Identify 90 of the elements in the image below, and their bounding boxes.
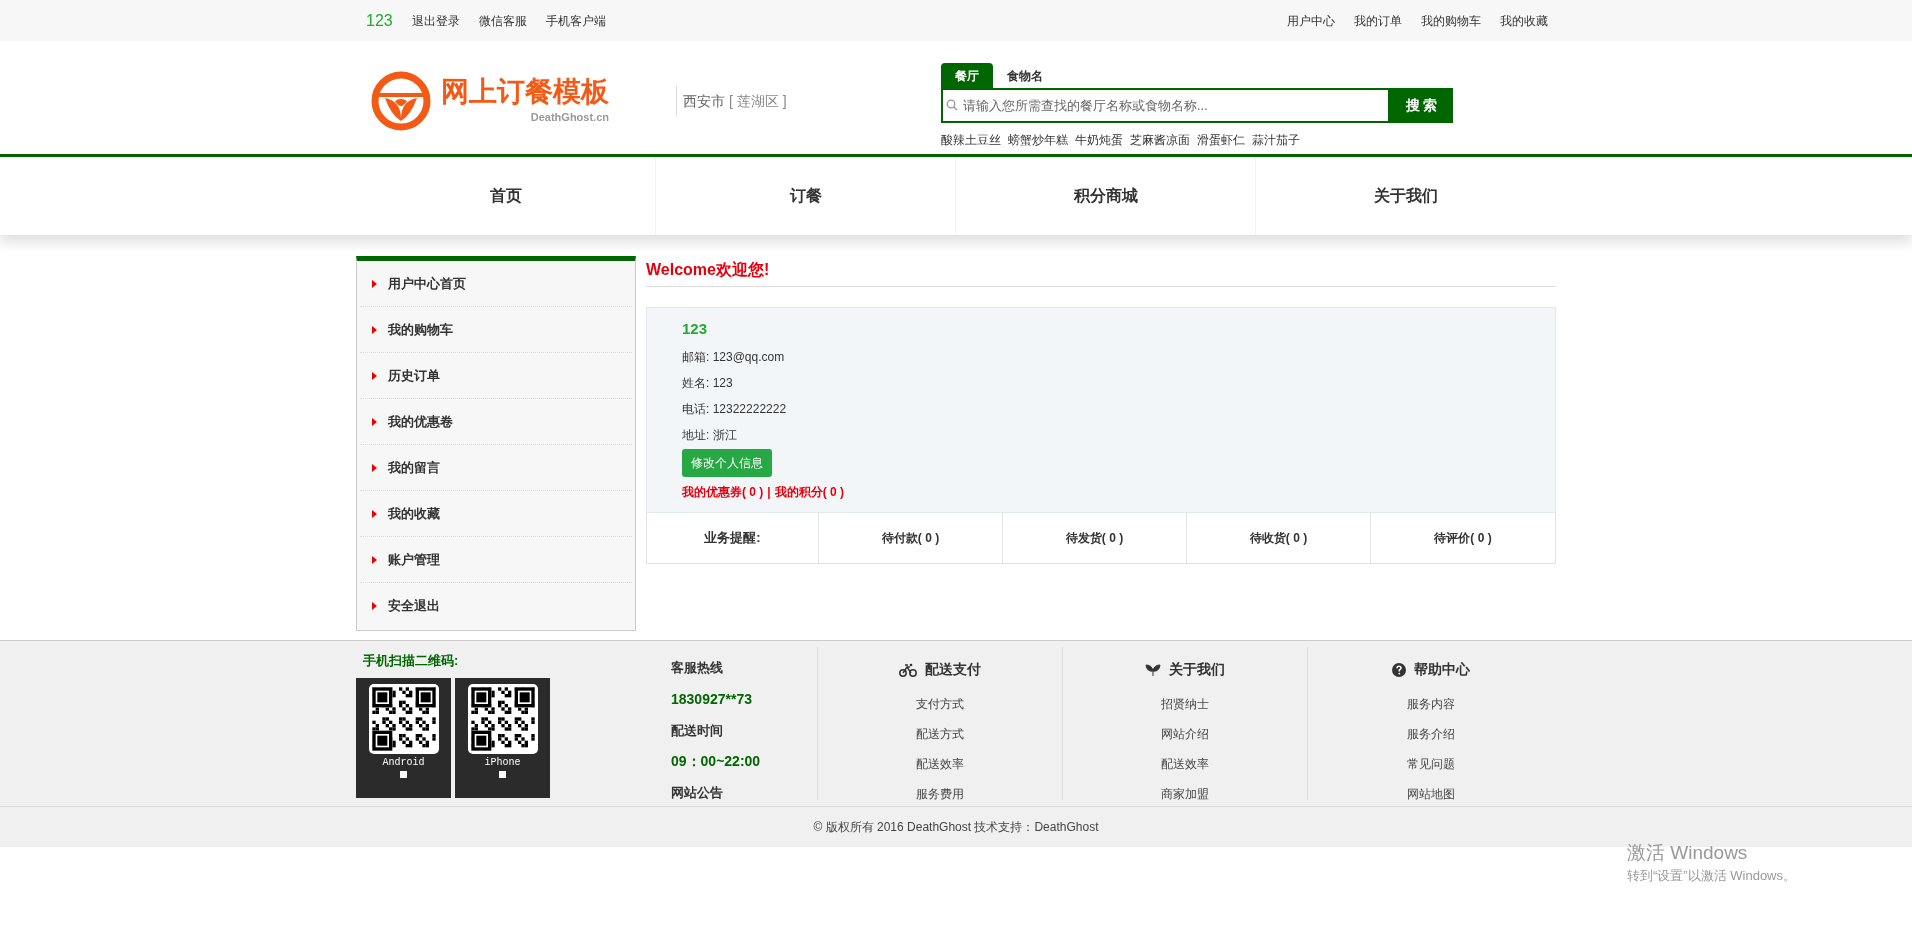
- footer-link[interactable]: 招贤纳士: [1161, 689, 1209, 719]
- keyword-link[interactable]: 酸辣土豆丝: [941, 131, 1001, 149]
- search-field[interactable]: 请输入您所需查找的餐厅名称或食物名称...: [941, 88, 1390, 123]
- contact-text: 配送时间: [671, 721, 724, 740]
- reminder-link[interactable]: 待收货( 0 ): [1249, 529, 1308, 547]
- triangle-icon: [372, 602, 377, 610]
- separator-text: |: [767, 484, 771, 501]
- small-square-icon: [499, 770, 506, 778]
- help-icon: [1391, 662, 1406, 677]
- qr-label: iPhone: [484, 756, 521, 769]
- profile-field: 地址: 浙江: [682, 422, 737, 448]
- profile-field: 姓名: 123: [682, 370, 733, 396]
- triangle-icon: [372, 371, 377, 380]
- triangle-icon: [372, 509, 377, 518]
- footer-link[interactable]: 配送方式: [916, 719, 964, 749]
- keyword-link[interactable]: 牛奶炖蛋: [1075, 131, 1123, 149]
- footer-column-title: 帮助中心: [1413, 660, 1470, 679]
- triangle-icon: [372, 279, 377, 288]
- footer-link[interactable]: 服务介绍: [1406, 719, 1455, 749]
- triangle-icon: [372, 555, 377, 564]
- leaf-icon: [1145, 662, 1161, 677]
- keyword-link[interactable]: 蒜汁茄子: [1252, 131, 1300, 149]
- top-link[interactable]: 我的订单: [1354, 11, 1402, 30]
- profile-field: 电话: 12322222222: [682, 396, 787, 422]
- sidebar-item[interactable]: 账户管理: [360, 537, 632, 583]
- sidebar-item[interactable]: 用户中心首页: [360, 261, 632, 307]
- search-button[interactable]: 搜 索: [1390, 88, 1453, 123]
- nav-link[interactable]: 订餐: [789, 184, 822, 208]
- search-tab[interactable]: 食物名: [993, 63, 1057, 88]
- profile-username: 123: [682, 319, 708, 339]
- top-link[interactable]: 用户中心: [1287, 11, 1335, 30]
- sidebar-item[interactable]: 我的优惠卷: [360, 399, 632, 445]
- top-link[interactable]: 退出登录: [411, 11, 460, 30]
- footer-link[interactable]: 服务费用: [916, 779, 964, 809]
- search-tab[interactable]: 餐厅: [941, 63, 993, 88]
- bicycle-icon: [899, 662, 917, 677]
- keyword-link[interactable]: 滑蛋虾仁: [1197, 131, 1245, 149]
- district-link[interactable]: [ 莲湖区 ]: [729, 90, 787, 112]
- reminder-link[interactable]: 待评价( 0 ): [1434, 529, 1492, 547]
- footer-link[interactable]: 服务内容: [1406, 689, 1455, 719]
- top-link[interactable]: 微信客服: [478, 11, 527, 30]
- keyword-link[interactable]: 螃蟹炒年糕: [1008, 131, 1068, 149]
- triangle-icon: [372, 417, 377, 426]
- reminder-link[interactable]: 待发货( 0 ): [1065, 529, 1124, 547]
- sidebar-item[interactable]: 我的留言: [360, 445, 632, 491]
- profile-field: 邮箱: 123@qq.com: [682, 344, 785, 370]
- footer-link[interactable]: 支付方式: [916, 689, 964, 719]
- sidebar-item[interactable]: 我的收藏: [360, 491, 632, 537]
- sidebar-item[interactable]: 历史订单: [360, 353, 632, 399]
- logo-text: 网上订餐模板: [441, 75, 609, 110]
- copyright-text: © 版权所有 2016 DeathGhost 技术支持：DeathGhost: [813, 819, 1099, 836]
- sidebar-item[interactable]: 我的购物车: [360, 307, 632, 353]
- qr-code-drawing: [467, 683, 538, 754]
- activation-subtitle: 转到“设置”以激活 Windows。: [1627, 867, 1796, 885]
- contact-text: 09：00~22:00: [671, 752, 762, 771]
- triangle-icon: [372, 325, 377, 334]
- footer-link[interactable]: 网站地图: [1406, 779, 1455, 809]
- contact-text: 客服热线: [671, 659, 724, 677]
- coupons-link[interactable]: 我的优惠券( 0 ): [682, 483, 764, 501]
- keyword-link[interactable]: 芝麻酱凉面: [1130, 131, 1190, 149]
- welcome-heading: Welcome欢迎您!: [646, 261, 770, 278]
- logo-icon: [371, 70, 431, 131]
- search-icon: [946, 99, 958, 111]
- nav-link[interactable]: 首页: [489, 184, 522, 208]
- top-link[interactable]: 我的购物车: [1421, 11, 1481, 30]
- contact-text: 1830927**73: [671, 689, 753, 709]
- top-link[interactable]: 我的收藏: [1500, 11, 1548, 30]
- qr-code-drawing: [368, 683, 439, 754]
- top-link[interactable]: 手机客户端: [545, 11, 606, 30]
- logo-subtext: DeathGhost.cn: [530, 110, 609, 126]
- points-link[interactable]: 我的积分( 0 ): [774, 483, 845, 501]
- activation-title: 激活 Windows: [1627, 841, 1749, 865]
- contact-text: 网站公告: [671, 784, 724, 802]
- sidebar-item[interactable]: 安全退出: [360, 583, 632, 629]
- small-square-icon: [400, 770, 407, 778]
- reminder-label: 业务提醒:: [647, 513, 819, 563]
- footer-column-title: 关于我们: [1169, 660, 1225, 679]
- nav-link[interactable]: 积分商城: [1073, 184, 1138, 208]
- footer-link[interactable]: 配送效率: [916, 749, 964, 779]
- qr-title: 手机扫描二维码:: [362, 652, 460, 670]
- nav-link[interactable]: 关于我们: [1374, 184, 1438, 208]
- location-city: 西安市: [683, 91, 725, 111]
- footer-link[interactable]: 网站介绍: [1161, 719, 1209, 749]
- triangle-icon: [372, 463, 377, 472]
- footer-column-title: 配送支付: [925, 660, 981, 679]
- footer-link[interactable]: 配送效率: [1161, 749, 1209, 779]
- footer-link[interactable]: 常见问题: [1406, 749, 1455, 779]
- reminder-link[interactable]: 待付款( 0 ): [881, 529, 940, 547]
- footer-link[interactable]: 商家加盟: [1161, 779, 1209, 809]
- qr-label: Android: [382, 756, 425, 769]
